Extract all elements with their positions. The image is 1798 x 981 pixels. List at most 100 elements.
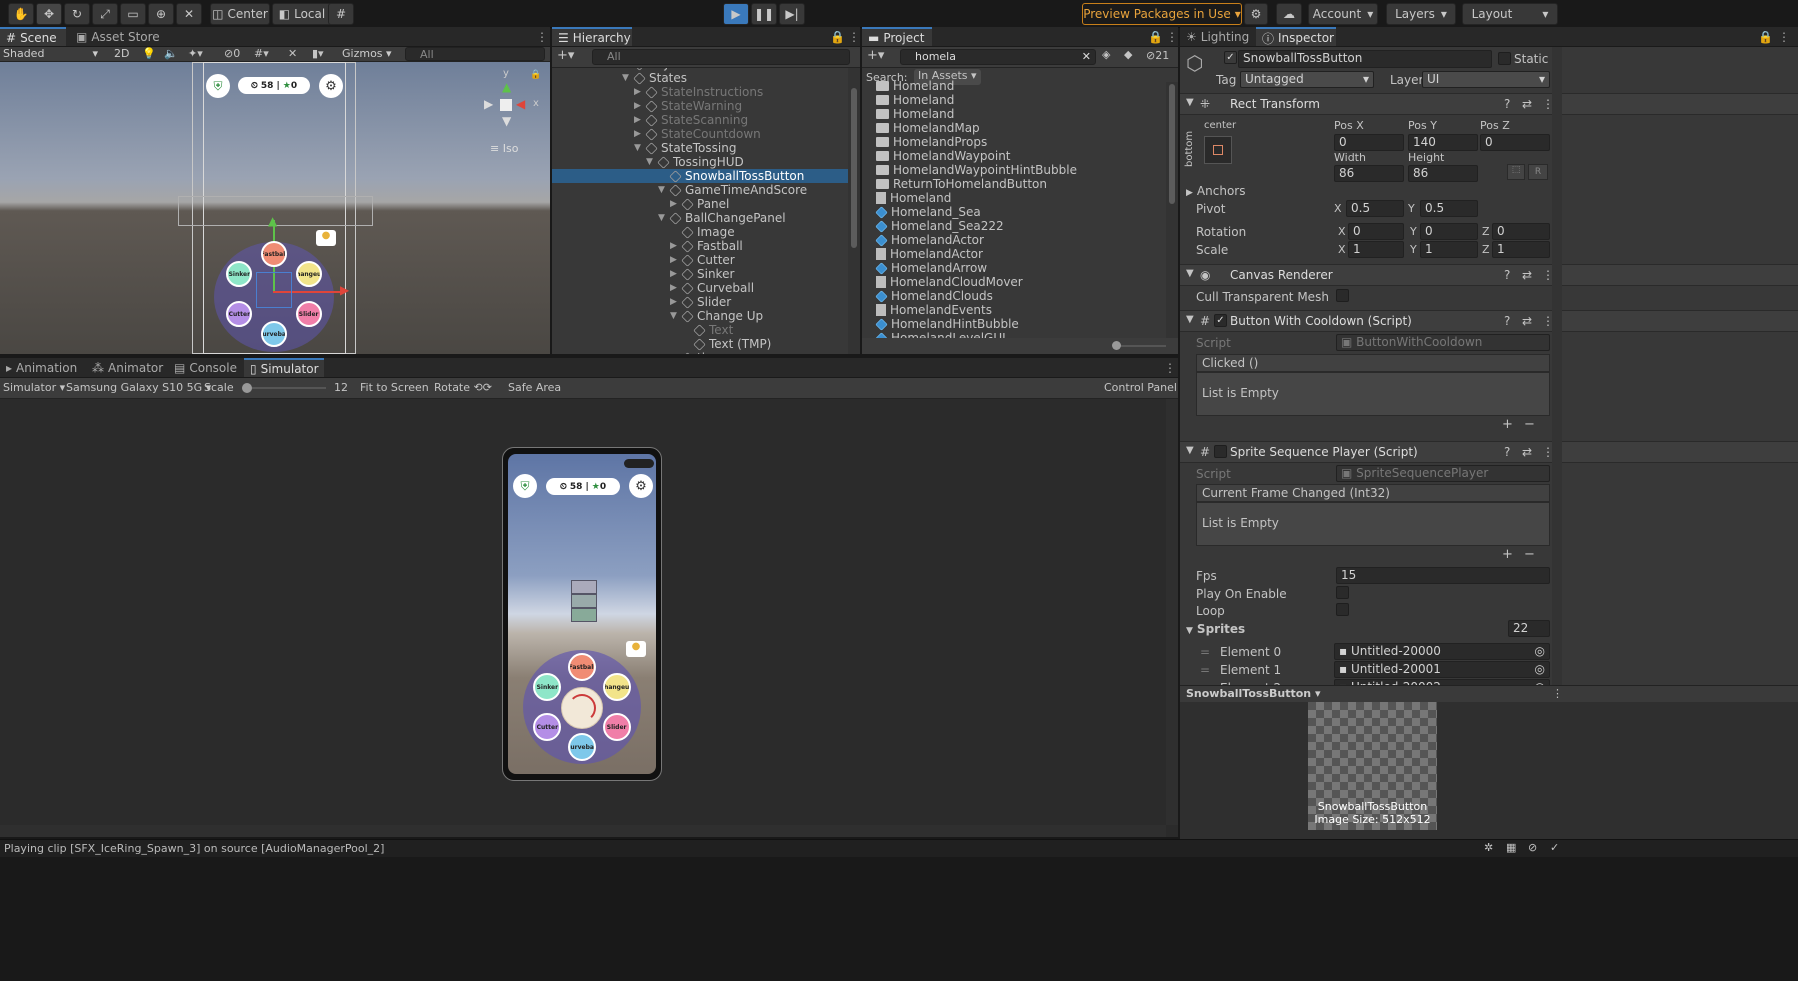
scale-z-field[interactable]: 1 (1492, 241, 1550, 258)
device-screen[interactable]: ⛨ ⏲58|★0 ⚙ ● Fastball Changeup Slider Curve… (508, 454, 656, 774)
fold-closed-icon[interactable]: ▶ (670, 269, 682, 279)
layer-dropdown[interactable]: UI ▾ (1422, 71, 1550, 88)
step-button[interactable]: ▶| (779, 3, 805, 25)
active-checkbox[interactable]: ✓ (1224, 51, 1237, 64)
cull-transparent-checkbox[interactable] (1336, 289, 1349, 302)
fold-closed-icon[interactable]: ▶ (670, 283, 682, 293)
lock-icon[interactable]: 🔒 (1142, 27, 1163, 46)
project-item[interactable]: HomelandArrow (875, 261, 1164, 275)
tab-scene[interactable]: # Scene (0, 27, 66, 46)
effects-toggle-icon[interactable]: ✦▾ (188, 47, 203, 60)
help-icon[interactable]: ? (1504, 445, 1510, 459)
hierarchy-item[interactable]: ▶ Cutter (552, 253, 848, 267)
debug-icon[interactable]: ✲ (1484, 841, 1493, 854)
more-menu-icon[interactable]: ⋮ (1160, 27, 1178, 46)
drag-handle-icon[interactable]: = (1200, 663, 1210, 677)
cloud-icon[interactable]: ☁ (1276, 3, 1302, 25)
tab-simulator[interactable]: ▯ Simulator (244, 358, 324, 377)
hierarchy-item[interactable]: ▼ GameTimeAndScore (552, 183, 848, 197)
pivot-y-field[interactable]: 0.5 (1420, 200, 1478, 217)
project-item[interactable]: HomelandProps (876, 135, 1164, 149)
more-menu-icon[interactable]: ⋮ (1772, 27, 1790, 46)
fold-open-icon[interactable]: ▼ (670, 311, 682, 321)
2d-toggle[interactable]: 2D (114, 47, 129, 60)
safe-area-toggle[interactable]: Safe Area (508, 381, 561, 394)
clear-search-icon[interactable]: ✕ (1082, 50, 1091, 63)
pos-x-field[interactable]: 0 (1334, 134, 1404, 151)
device-dropdown[interactable]: Samsung Galaxy S10 5G ▾ (66, 381, 211, 394)
lock-icon[interactable]: 🔒 (824, 27, 845, 46)
more-menu-icon[interactable]: ⋮ (530, 27, 548, 46)
layers-dropdown[interactable]: Layers ▾ (1386, 3, 1456, 25)
pause-button[interactable]: ❚❚ (751, 3, 777, 25)
fold-closed-icon[interactable]: ▶ (634, 101, 646, 111)
camera-toggle-icon[interactable]: ▮▾ (312, 47, 324, 60)
hierarchy-item[interactable]: ▼ StateTossing (552, 141, 848, 155)
sprite-element-field[interactable]: ▪ Untitled-20001 ◎ (1334, 661, 1550, 678)
hierarchy-item[interactable]: ▼ BallChangePanel (552, 211, 848, 225)
width-field[interactable]: 86 (1334, 165, 1404, 182)
project-item[interactable]: HomelandHintBubble (875, 317, 1164, 331)
preset-icon[interactable]: ⇄ (1522, 314, 1532, 328)
pitch-ball-button[interactable]: Curveball (568, 733, 596, 761)
hierarchy-item[interactable]: ▶ StateInstructions (552, 85, 848, 99)
tab-hierarchy[interactable]: ☰ Hierarchy (552, 27, 632, 46)
mode-dropdown[interactable]: Simulator ▾ (3, 381, 65, 394)
account-dropdown[interactable]: Account ▾ (1308, 3, 1378, 25)
hierarchy-item[interactable]: SnowballTossButton (552, 169, 848, 183)
component-enabled-checkbox[interactable]: ✓ (1214, 314, 1227, 327)
hierarchy-item[interactable]: Text (552, 323, 848, 337)
orientation-gizmo[interactable]: y ▲ ◀ x ▶ ▼ 🔒 (480, 68, 542, 140)
icon-size-slider[interactable] (1114, 345, 1166, 347)
create-plus-icon[interactable]: +▾ (867, 48, 884, 63)
button-cooldown-header[interactable]: ▼ # ✓ Button With Cooldown (Script) ? ⇄ … (1180, 310, 1798, 332)
hierarchy-item[interactable]: ▶ StateScanning (552, 113, 848, 127)
filter-label-icon[interactable]: ◆ (1124, 48, 1132, 61)
audio-toggle-icon[interactable]: 🔈 (164, 47, 178, 60)
tag-dropdown[interactable]: Untagged ▾ (1240, 71, 1374, 88)
project-item[interactable]: Homeland (876, 191, 1164, 205)
inspector-scrollbar[interactable] (1552, 47, 1562, 685)
hierarchy-item[interactable]: ▶ Fastball (552, 239, 848, 253)
rotation-y-field[interactable]: 0 (1420, 223, 1478, 240)
project-item[interactable]: HomelandActor (876, 247, 1164, 261)
preset-icon[interactable]: ⇄ (1522, 268, 1532, 282)
height-field[interactable]: 86 (1408, 165, 1478, 182)
static-checkbox[interactable] (1498, 52, 1511, 65)
sprites-count-field[interactable]: 22 (1508, 620, 1550, 637)
pivot-x-field[interactable]: 0.5 (1346, 200, 1404, 217)
pitch-ball-button[interactable]: Changeup (602, 673, 631, 701)
slider-thumb[interactable] (1112, 341, 1121, 350)
hierarchy-item[interactable]: ▶ Slider (552, 295, 848, 309)
rotate-tool-icon[interactable]: ↻ (64, 3, 90, 25)
fold-closed-icon[interactable]: ▶ (670, 297, 682, 307)
sprite-player-header[interactable]: ▼ # Sprite Sequence Player (Script) ? ⇄ … (1180, 441, 1798, 463)
scale-x-field[interactable]: 1 (1348, 241, 1404, 258)
project-item[interactable]: HomelandWaypointHintBubble (876, 163, 1164, 177)
hierarchy-item[interactable]: Text (TMP) (552, 337, 848, 351)
sim-vscroll[interactable] (1166, 399, 1178, 825)
tab-asset-store[interactable]: ▣ Asset Store (70, 27, 160, 46)
scale-y-field[interactable]: 1 (1420, 241, 1478, 258)
sprites-foldout[interactable]: ▼ Sprites (1186, 622, 1245, 636)
pitch-ball-button[interactable]: Fastball (261, 241, 287, 267)
project-item[interactable]: Homeland_Sea (875, 205, 1164, 219)
blueprint-mode-icon[interactable]: ⬚ (1507, 164, 1525, 180)
scale-slider-thumb[interactable] (242, 383, 252, 393)
fold-open-icon[interactable]: ▼ (646, 157, 658, 167)
progress-icon[interactable]: ▦ (1506, 841, 1516, 854)
shield-icon[interactable]: ⛨ (513, 474, 537, 498)
project-item[interactable]: Homeland (876, 107, 1164, 121)
rotation-z-field[interactable]: 0 (1492, 223, 1550, 240)
scale-slider[interactable] (242, 387, 326, 389)
fold-closed-icon[interactable]: ▶ (670, 241, 682, 251)
project-item[interactable]: HomelandEvents (876, 303, 1164, 317)
raw-edit-button[interactable]: R (1528, 164, 1548, 180)
iso-label[interactable]: ≡ Iso (490, 142, 518, 155)
fold-closed-icon[interactable]: ▶ (670, 353, 682, 354)
object-picker-icon[interactable]: ◎ (1535, 662, 1545, 677)
canvas-renderer-header[interactable]: ▼ ◉ Canvas Renderer ? ⇄ ⋮ (1180, 264, 1798, 286)
hierarchy-item[interactable]: ▼ States (552, 71, 848, 85)
rect-tool-icon[interactable]: ▭ (120, 3, 146, 25)
pitch-ball-button[interactable]: Slider (295, 301, 322, 327)
